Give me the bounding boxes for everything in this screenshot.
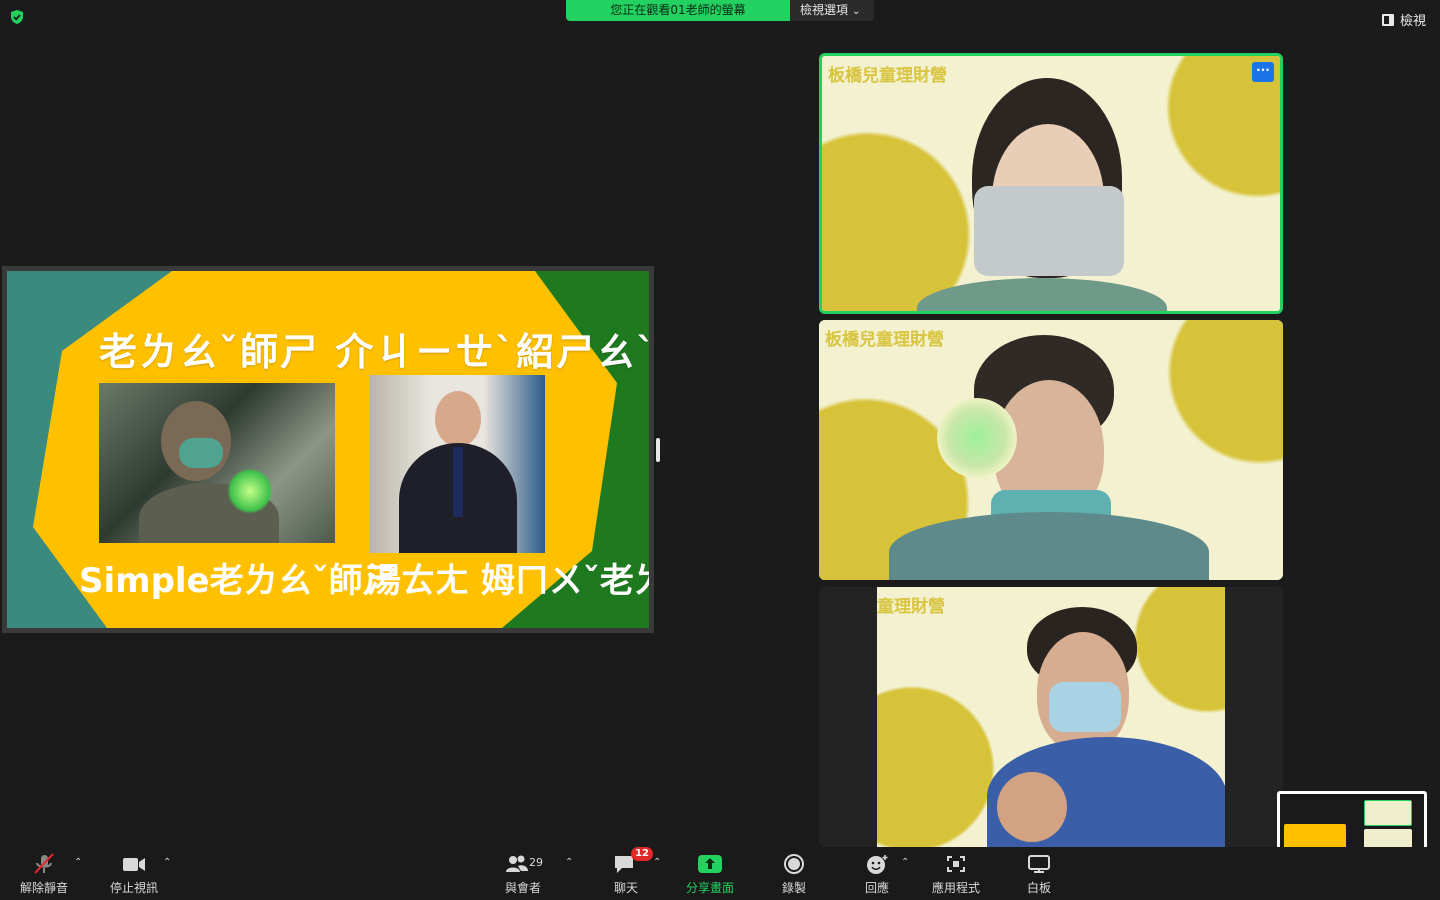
glowing-orb [227,468,273,514]
participant-mask [974,186,1124,276]
teacher2-photo [369,375,545,553]
stop-video-button[interactable]: 停止視訊 [110,853,158,896]
reactions-button[interactable]: 回應 [864,853,890,896]
view-button-label: 檢視 [1399,14,1426,29]
participants-count: 29 [529,856,543,869]
resize-handle[interactable] [656,438,660,462]
participants-icon-wrap: 29 [505,853,543,875]
audio-options-caret[interactable]: ⌃ [74,857,82,868]
arrow-up-icon [705,858,715,869]
chat-icon-wrap: 12 [613,847,653,875]
share-screen-icon [698,855,722,873]
teacher2-head [435,391,481,447]
reactions-label: 回應 [864,881,889,895]
record-button[interactable]: 錄製 [781,853,807,896]
zoom-meeting-window: 您正在觀看01老師的螢幕 檢視選項⌄ 檢視 老ㄌㄠˇ師ㄕ 介ㄐㄧㄝˋ紹ㄕㄠˋ-什… [0,0,1440,900]
chevron-down-icon: ⌄ [852,6,861,17]
teacher1-mask [179,438,223,468]
video-options-caret[interactable]: ⌃ [163,857,171,868]
chat-label: 聊天 [613,881,638,895]
chat-unread-badge: 12 [631,847,653,861]
view-button[interactable]: 檢視 [1381,10,1426,29]
video-tile-3[interactable]: 童理財營 [819,587,1283,847]
participant-name: 童理財營 [877,597,945,617]
chat-button[interactable]: 12 聊天 [613,847,653,896]
video-tile-1[interactable]: 板橋兒童理財營 ··· [819,53,1283,314]
microphone-muted-icon [34,853,54,874]
unmute-label: 解除靜音 [20,881,69,895]
smiley-icon [867,855,888,874]
unmute-button[interactable]: 解除靜音 [20,853,68,896]
apps-label: 應用程式 [932,881,981,895]
shared-screen[interactable]: 老ㄌㄠˇ師ㄕ 介ㄐㄧㄝˋ紹ㄕㄠˋ-什ㄕㄣˊ一ㄧ 課ㄎㄜˋ Simple老ㄌㄠˇ師… [2,266,654,633]
screen-share-banner: 您正在觀看01老師的螢幕 [566,0,790,21]
teacher2-tie [453,447,463,517]
apps-button[interactable]: 應用程式 [932,853,980,896]
video-feed: 童理財營 [877,587,1225,847]
video-camera-icon [123,858,145,871]
participant-name: 板橋兒童理財營 [825,330,944,350]
slide: 老ㄌㄠˇ師ㄕ 介ㄐㄧㄝˋ紹ㄕㄠˋ-什ㄕㄣˊ一ㄧ 課ㄎㄜˋ Simple老ㄌㄠˇ師… [7,271,649,628]
shield-icon[interactable] [9,9,25,25]
participants-button[interactable]: 29 與會者 [505,853,543,896]
stop-video-label: 停止視訊 [110,881,159,895]
video-tile-2[interactable]: 板橋兒童理財營 [819,320,1283,580]
participants-options-caret[interactable]: ⌃ [565,857,573,868]
whiteboard-label: 白板 [1026,881,1051,895]
record-label: 錄製 [781,881,806,895]
teacher1-photo [99,383,335,543]
teacher2-label: 湯ㄊㄤ 姆ㄇㄨˇ老ㄌㄠˇ師ㄕ [367,561,649,601]
participant-name: 板橋兒童理財營 [828,66,947,86]
apps-icon [947,856,965,872]
participant-mask [1049,682,1121,732]
reactions-options-caret[interactable]: ⌃ [901,857,909,868]
participants-label: 與會者 [505,881,542,895]
meeting-toolbar: 解除靜音 ⌃ 停止視訊 ⌃ 29 與會者 ⌃ 12 聊天 ⌃ 分享畫面 錄製 回… [0,847,1440,900]
share-screen-label: 分享畫面 [686,881,735,895]
thumbs-up-hand [997,772,1067,842]
mini-tile-1 [1364,800,1412,826]
whiteboard-icon [1028,855,1050,873]
more-options-button[interactable]: ··· [1252,62,1274,82]
teacher1-label: Simple老ㄌㄠˇ師ㄕ [79,561,397,601]
chat-options-caret[interactable]: ⌃ [653,857,661,868]
whiteboard-button[interactable]: 白板 [1026,853,1052,896]
glowing-orb [937,398,1017,478]
people-icon [506,855,528,872]
view-options-label: 檢視選項 [800,3,849,17]
record-icon [784,854,804,874]
view-options-dropdown[interactable]: 檢視選項 ⌄ [790,0,874,21]
share-screen-button[interactable]: 分享畫面 [686,853,734,896]
view-icon [1381,13,1394,26]
slide-title: 老ㄌㄠˇ師ㄕ 介ㄐㄧㄝˋ紹ㄕㄠˋ-什ㄕㄣˊ一ㄧ 課ㄎㄜˋ [99,330,649,374]
